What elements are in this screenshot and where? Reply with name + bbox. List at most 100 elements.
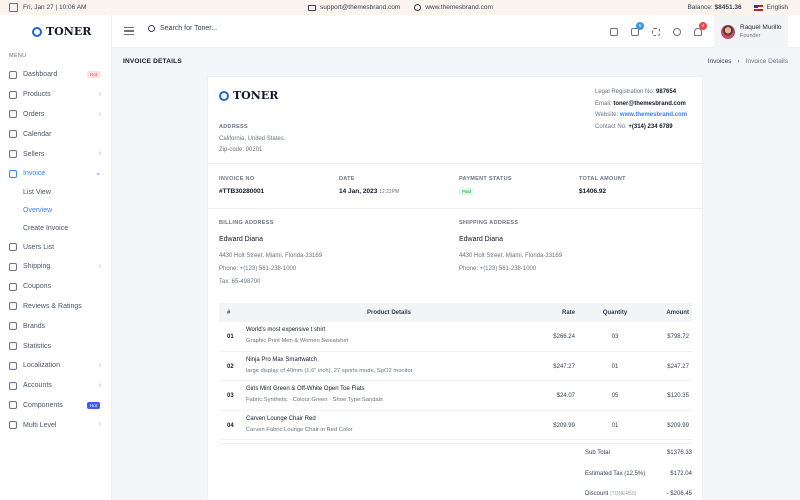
row-amount: $120.35 [667,393,689,399]
breadcrumb-invoices[interactable]: Invoices [708,58,732,65]
sidebar-item-reviews[interactable]: Reviews & Ratings [0,297,111,317]
sidebar-item-accounts[interactable]: Accounts › [0,376,111,396]
sidebar-item-label: Brands [23,322,46,330]
shopping-bag-icon[interactable]: 5 [631,21,644,36]
sidebar-item-calendar[interactable]: Calendar [0,124,111,144]
sidebar-item-users-list[interactable]: Users List [0,237,111,257]
sidebar-item-label: Multi Level [23,421,57,429]
sidebar: TONER MENU Dashboard Hot Products › Orders… [0,15,112,500]
discount-row: Discount (TONER50) - $206.45 [585,491,692,500]
search-input[interactable]: Search for Toner... [160,25,217,32]
sidebar-item-label: Reviews & Ratings [23,302,82,310]
sidebar-subitem-create-invoice[interactable]: Create Invoice [0,219,111,237]
breadcrumb: Invoices › Invoice Details [708,58,788,65]
table-header: # Product Details Rate Quantity Amount [219,303,692,322]
row-quantity: 01 [611,422,619,429]
bell-icon[interactable]: 4 [694,21,707,36]
row-rate: $24.07 [556,393,575,399]
globe-icon [414,4,422,11]
user-role: Founder [740,33,761,39]
star-icon [9,302,17,311]
sidebar-item-label: Products [23,91,51,99]
row-rate: $209.99 [553,422,575,429]
billing-label: BILLING ADDRESS [219,220,274,226]
chevron-right-icon: › [737,58,740,65]
support-email[interactable]: support@themesbrand.com [320,4,400,11]
divider [208,208,702,209]
theme-toggle-icon[interactable] [673,27,681,36]
account-icon [9,381,17,390]
row-rate: $266.24 [553,334,575,340]
sidebar-item-label: Accounts [23,382,52,390]
user-icon [9,243,17,252]
chevron-right-icon: › [98,150,101,158]
invoice-items-table: # Product Details Rate Quantity Amount 0… [219,303,692,440]
chevron-right-icon: › [98,361,101,369]
share-icon [9,421,17,430]
col-amount: Amount [666,309,689,316]
ticket-icon [9,282,17,291]
sidebar-item-localization[interactable]: Localization › [0,356,111,376]
dashboard-icon [9,70,17,79]
shipping-street: 4430 Holt Street, Miami, Florida-33169 [459,253,563,259]
product-name: Ninja Pro Max Smartwatch [246,356,318,363]
sidebar-item-label: Statistics [23,342,52,350]
sidebar-item-orders[interactable]: Orders › [0,105,111,125]
sidebar-item-coupons[interactable]: Coupons [0,277,111,297]
col-number: # [227,309,231,316]
subtotal-value: $1376.33 [666,450,692,456]
address-line: California, United States [219,135,284,142]
sidebar-item-label: Sellers [23,150,45,158]
sidebar-item-dashboard[interactable]: Dashboard Hot [0,65,111,85]
hamburger-menu-icon[interactable] [124,27,134,37]
col-quantity: Quantity [602,309,628,316]
store-icon [9,150,17,159]
sidebar-subitem-overview[interactable]: Overview [0,202,111,220]
product-description: large display of 40mm (1.6" inch), 27 sp… [246,367,413,374]
box-icon [9,90,17,99]
sidebar-item-shipping[interactable]: Shipping › [0,257,111,277]
sidebar-item-products[interactable]: Products › [0,85,111,105]
website-value[interactable]: www.themesbrand.com [620,112,687,118]
legal-label: Legal Registration No: [595,89,655,95]
cart-count-badge: 5 [636,21,644,30]
apps-grid-icon[interactable] [610,27,618,36]
tax-value: $172.04 [670,470,692,477]
total-amount-label: TOTAL AMOUNT [579,176,626,182]
row-number: 01 [227,334,234,340]
row-number: 03 [227,393,234,399]
sidebar-item-brands[interactable]: Brands [0,316,111,336]
calendar-icon [9,130,17,139]
chevron-right-icon: › [98,421,101,429]
menu-title: MENU [9,53,27,59]
sidebar-item-sellers[interactable]: Sellers › [0,144,111,164]
brand-logo[interactable]: TONER [0,15,111,48]
sidebar-item-label: Calendar [23,130,52,138]
balance-label: Balance: [687,4,713,11]
search-bar[interactable]: Search for Toner... [148,25,217,32]
sidebar-item-components[interactable]: Components Hot [0,396,111,416]
product-description: Fabric:Synthetic · Colour:Green · Shoe T… [246,397,383,403]
contact-value: +(314) 234 6789 [628,123,673,130]
shipping-name: Edward Diana [459,236,503,243]
product-description: Graphic Print Men & Women Sweatshirt [246,338,349,344]
email-value: toner@themesbrand.com [613,100,686,107]
shipping-phone: Phone: +(123) 561-238-1000 [459,266,537,272]
notification-count-badge: 4 [699,21,707,30]
sidebar-item-multi-level[interactable]: Multi Level › [0,415,111,435]
top-info-bar: Fri, Jan 27 | 10:06 AM support@themesbra… [0,0,800,15]
sidebar-subitem-list-view[interactable]: List View [0,184,111,202]
fullscreen-icon[interactable] [652,27,660,36]
language-selector[interactable]: English [753,4,788,11]
subtotal-row: Sub Total $1376.33 [585,450,692,471]
sidebar-item-invoice[interactable]: Invoice ⌄ [0,164,111,184]
sidebar-item-label: Coupons [23,283,52,291]
payment-status-label: PAYMENT STATUS [459,176,512,182]
total-amount-value: $1406.92 [579,188,607,195]
sidebar-item-statistics[interactable]: Statistics [0,336,111,356]
top-header: Search for Toner... 5 4 Raquel Murillo F… [112,15,800,48]
website-link[interactable]: www.themesbrand.com [425,4,493,11]
billing-tax: Tax: 65-498700 [219,279,261,285]
time-value: 12:22PM [379,189,400,195]
user-profile-menu[interactable]: Raquel Murillo Founder [714,15,788,48]
